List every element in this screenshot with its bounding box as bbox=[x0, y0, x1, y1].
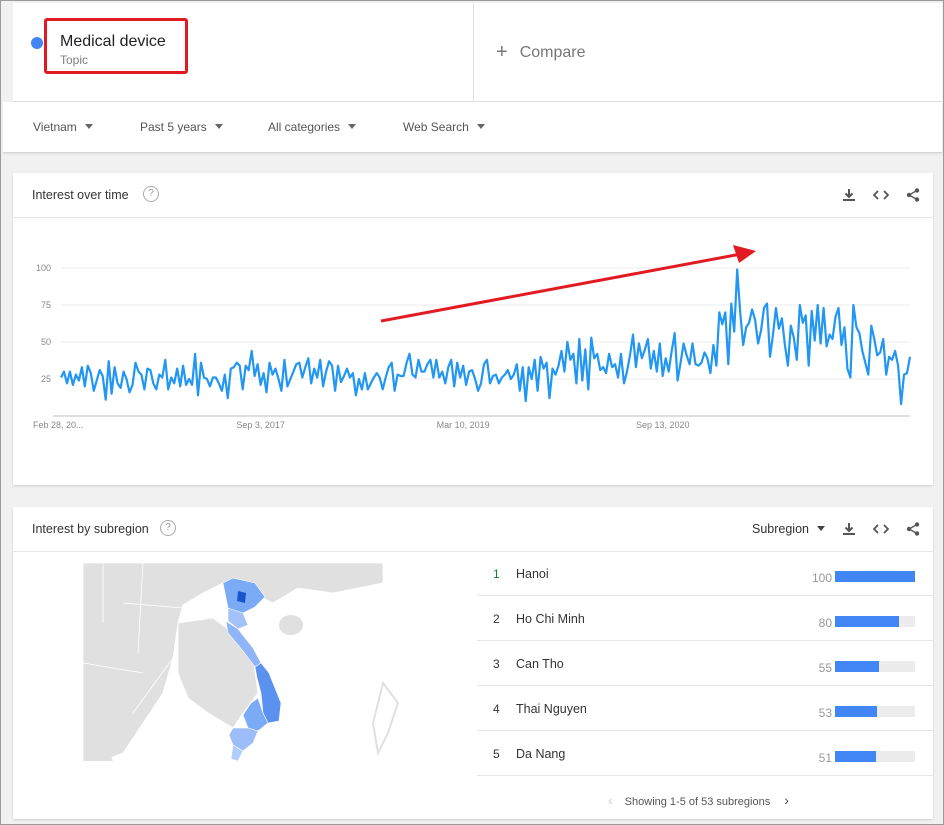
vietnam-map[interactable] bbox=[83, 563, 403, 761]
x-tick-label: Sep 13, 2020 bbox=[636, 420, 690, 430]
share-icon[interactable] bbox=[903, 519, 923, 539]
subregion-rank: 3 bbox=[493, 657, 500, 671]
subregion-row[interactable]: 3 Can Tho 55 bbox=[477, 641, 933, 686]
subregion-rank: 4 bbox=[493, 702, 500, 716]
interest-line-chart[interactable]: 100 75 50 25 Feb 28, 20... Sep 3, 2017 Mar 10,… bbox=[13, 218, 933, 484]
subregion-rank: 2 bbox=[493, 612, 500, 626]
category-filter[interactable]: All categories bbox=[268, 120, 357, 134]
term-name[interactable]: Medical device bbox=[60, 33, 166, 51]
subregion-dropdown[interactable]: Subregion bbox=[752, 522, 825, 536]
y-tick-label: 50 bbox=[41, 337, 51, 347]
subregion-name[interactable]: Da Nang bbox=[516, 747, 565, 761]
term-bar: Medical device Topic + Compare bbox=[13, 3, 942, 102]
embed-icon[interactable] bbox=[871, 519, 891, 539]
subregion-row[interactable]: 1 Hanoi 100 bbox=[477, 551, 933, 596]
term-color-dot bbox=[31, 37, 43, 49]
region-filter[interactable]: Vietnam bbox=[33, 120, 93, 134]
subregion-bar-track bbox=[835, 571, 915, 582]
pagination: ‹ Showing 1-5 of 53 subregions › bbox=[608, 792, 789, 808]
chevron-down-icon bbox=[817, 526, 825, 531]
subregion-bar bbox=[835, 571, 915, 582]
subregion-name[interactable]: Ho Chi Minh bbox=[516, 612, 585, 626]
subregion-bar bbox=[835, 706, 878, 717]
trends-window: Medical device Topic + Compare Vietnam Pa… bbox=[0, 0, 944, 825]
card-header: Interest by subregion ? Subregion bbox=[13, 507, 933, 552]
subregion-rank: 5 bbox=[493, 747, 500, 761]
subregion-name[interactable]: Can Tho bbox=[516, 657, 564, 671]
subregion-value: 53 bbox=[818, 706, 832, 720]
compare-label: Compare bbox=[519, 44, 586, 61]
embed-icon[interactable] bbox=[871, 185, 891, 205]
region-filter-label: Vietnam bbox=[33, 120, 77, 134]
search-type-filter-label: Web Search bbox=[403, 120, 469, 134]
subregion-row[interactable]: 5 Da Nang 51 bbox=[477, 731, 933, 776]
download-icon[interactable] bbox=[839, 185, 859, 205]
interest-over-time-card: Interest over time ? 100 75 50 25 Feb 28, 20… bbox=[13, 173, 933, 485]
chevron-left-icon[interactable]: ‹ bbox=[608, 792, 613, 808]
chevron-down-icon bbox=[214, 124, 223, 129]
period-filter-label: Past 5 years bbox=[140, 120, 207, 134]
subregion-row[interactable]: 2 Ho Chi Minh 80 bbox=[477, 596, 933, 641]
subregion-bar-track bbox=[835, 751, 915, 762]
series-line bbox=[60, 268, 912, 406]
subregion-dropdown-label: Subregion bbox=[752, 522, 809, 536]
subregion-list: 1 Hanoi 100 2 Ho Chi Minh 80 3 Can Tho 55 4 Thai N… bbox=[477, 551, 933, 776]
plus-icon: + bbox=[496, 41, 508, 63]
annotation-arrow-head bbox=[733, 245, 756, 263]
help-icon[interactable]: ? bbox=[160, 520, 176, 536]
x-tick-label: Mar 10, 2019 bbox=[437, 420, 490, 430]
y-tick-label: 100 bbox=[36, 263, 51, 273]
term-type: Topic bbox=[60, 53, 89, 67]
card-actions bbox=[839, 519, 923, 539]
annotation-arrow-shaft bbox=[380, 252, 742, 323]
y-tick-label: 25 bbox=[41, 374, 51, 384]
compare-button[interactable]: + Compare bbox=[496, 41, 586, 64]
chevron-down-icon bbox=[476, 124, 485, 129]
x-tick-label: Sep 3, 2017 bbox=[236, 420, 285, 430]
subregion-rank: 1 bbox=[493, 567, 500, 581]
chevron-right-icon[interactable]: › bbox=[784, 792, 789, 808]
card-title: Interest over time bbox=[32, 188, 129, 202]
subregion-value: 100 bbox=[811, 571, 832, 585]
chevron-down-icon bbox=[348, 124, 357, 129]
search-term[interactable]: Medical device Topic bbox=[13, 3, 474, 101]
filter-bar: Vietnam Past 5 years All categories Web … bbox=[3, 102, 942, 153]
card-header: Interest over time ? bbox=[13, 173, 933, 218]
y-tick-label: 75 bbox=[41, 300, 51, 310]
subregion-bar bbox=[835, 751, 876, 762]
subregion-bar bbox=[835, 616, 899, 627]
subregion-row[interactable]: 4 Thai Nguyen 53 bbox=[477, 686, 933, 731]
subregion-bar-track bbox=[835, 616, 915, 627]
card-title: Interest by subregion bbox=[32, 522, 149, 536]
x-tick-label: Feb 28, 20... bbox=[33, 420, 84, 430]
subregion-name[interactable]: Thai Nguyen bbox=[516, 702, 587, 716]
subregion-value: 55 bbox=[818, 661, 832, 675]
card-actions bbox=[839, 185, 923, 205]
category-filter-label: All categories bbox=[268, 120, 341, 134]
share-icon[interactable] bbox=[903, 185, 923, 205]
period-filter[interactable]: Past 5 years bbox=[140, 120, 223, 134]
subregion-value: 51 bbox=[818, 751, 832, 765]
subregion-bar-track bbox=[835, 706, 915, 717]
pager-text: Showing 1-5 of 53 subregions bbox=[624, 796, 771, 808]
search-type-filter[interactable]: Web Search bbox=[403, 120, 485, 134]
subregion-bar-track bbox=[835, 661, 915, 672]
help-icon[interactable]: ? bbox=[143, 186, 159, 202]
subregion-value: 80 bbox=[818, 616, 832, 630]
download-icon[interactable] bbox=[839, 519, 859, 539]
chevron-down-icon bbox=[84, 124, 93, 129]
subregion-bar bbox=[835, 661, 879, 672]
interest-by-subregion-card: Interest by subregion ? Subregion 1 Hano… bbox=[13, 507, 933, 819]
subregion-name[interactable]: Hanoi bbox=[516, 567, 549, 581]
